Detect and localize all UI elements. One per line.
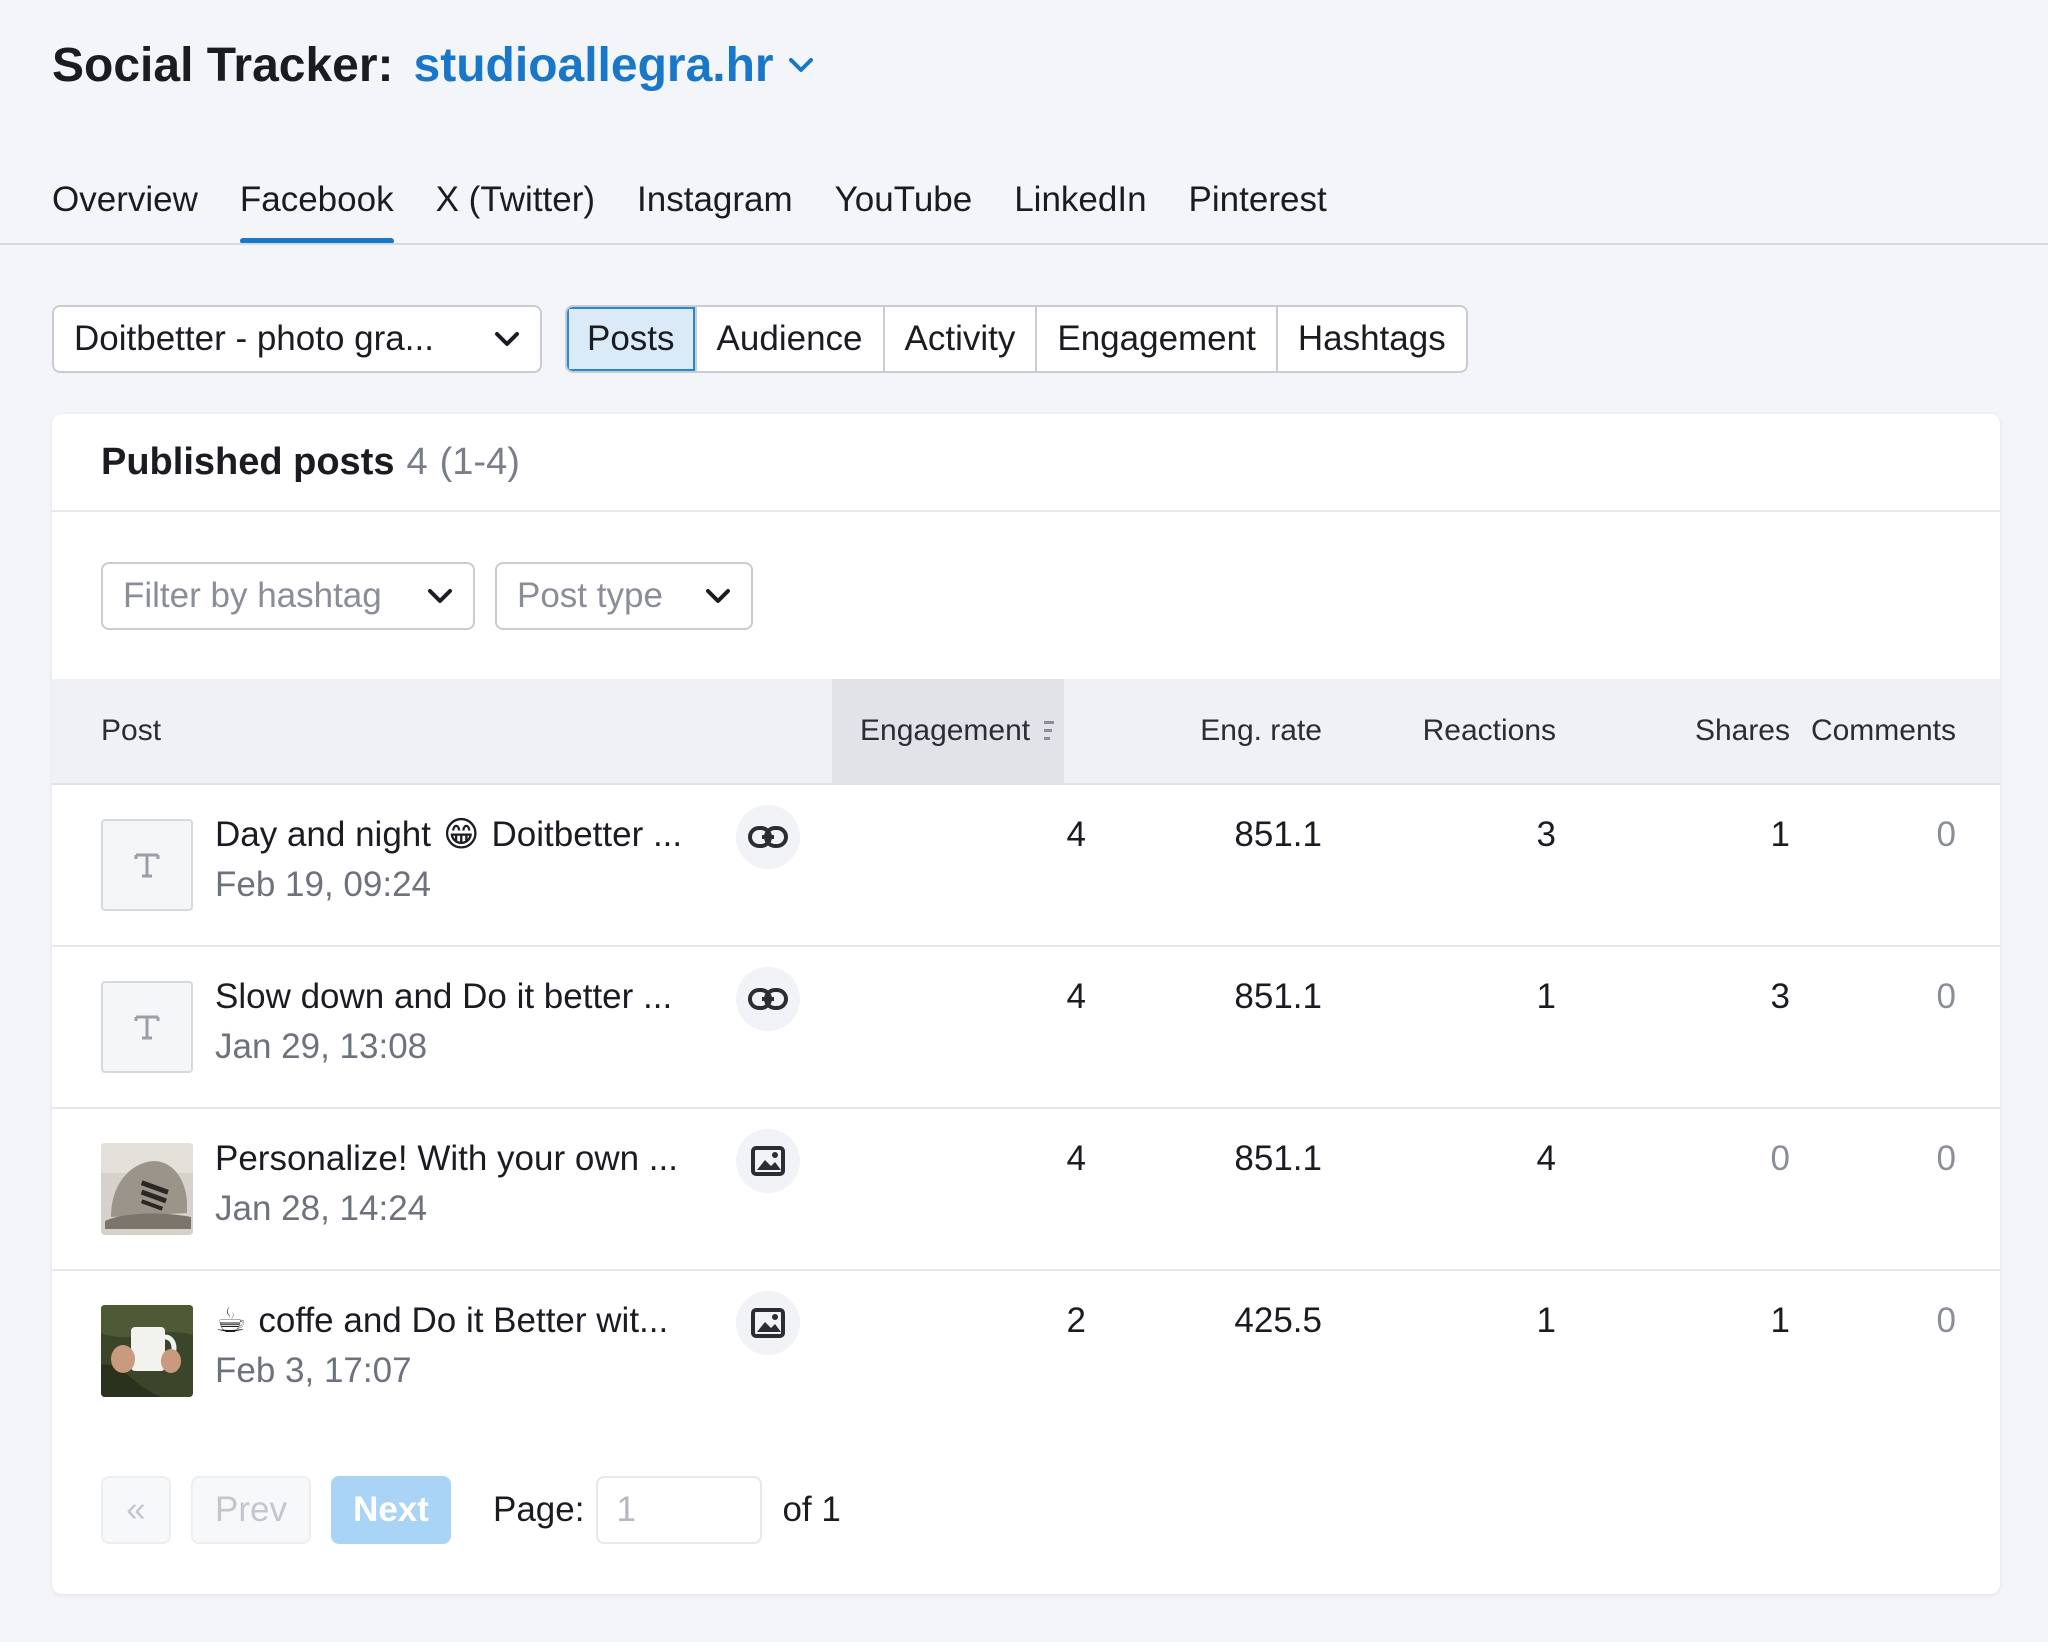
network-tabs: Overview Facebook X (Twitter) Instagram …	[52, 180, 1369, 246]
column-reactions[interactable]: Reactions	[1352, 679, 1556, 783]
image-icon[interactable]	[736, 1129, 800, 1193]
coffee-emoji-icon: ☕	[215, 1301, 247, 1340]
table-row[interactable]: Day and night 😁 Doitbetter ... Feb 19, 09:…	[52, 785, 2000, 947]
eng-rate-value: 851.1	[1234, 977, 1322, 1016]
tab-pinterest[interactable]: Pinterest	[1189, 180, 1327, 246]
chevron-down-icon	[788, 58, 813, 72]
post-thumbnail-cap	[101, 1143, 193, 1235]
page-total: of 1	[782, 1490, 841, 1529]
next-button[interactable]: Next	[331, 1476, 451, 1544]
tab-linkedin[interactable]: LinkedIn	[1014, 180, 1146, 246]
section-subtabs: Posts Audience Activity Engagement Hasht…	[565, 305, 1468, 373]
table-row[interactable]: ☕ coffe and Do it Better wit... Feb 3, 17…	[52, 1271, 2000, 1431]
double-chevron-left-icon: «	[126, 1490, 146, 1529]
link-icon[interactable]	[736, 967, 800, 1031]
post-text[interactable]: Day and night 😁 Doitbetter ...	[215, 815, 735, 855]
post-range: (1-4)	[439, 440, 520, 483]
table-row[interactable]: Slow down and Do it better ... Jan 29, 1…	[52, 947, 2000, 1109]
column-eng-rate[interactable]: Eng. rate	[1144, 679, 1322, 783]
tabs-divider	[0, 243, 2048, 245]
tab-facebook[interactable]: Facebook	[239, 180, 394, 246]
tab-x-twitter[interactable]: X (Twitter)	[436, 180, 595, 246]
chevron-down-icon	[706, 589, 730, 603]
engagement-value: 4	[1066, 1139, 1086, 1178]
column-engagement[interactable]: Engagement	[832, 679, 1064, 783]
account-select-value: Doitbetter - photo gra...	[74, 319, 434, 358]
subtab-posts[interactable]: Posts	[567, 307, 697, 371]
reactions-value: 1	[1536, 1301, 1556, 1340]
column-comments[interactable]: Comments	[1792, 679, 1956, 783]
published-posts-card: Published posts 4 (1-4) Filter by hashta…	[52, 414, 2000, 1594]
prev-button[interactable]: Prev	[191, 1476, 311, 1544]
post-count: 4	[406, 440, 428, 483]
card-header: Published posts 4 (1-4)	[52, 414, 2000, 512]
tab-instagram[interactable]: Instagram	[637, 180, 793, 246]
page-number-input[interactable]	[596, 1476, 763, 1544]
post-text-start: Slow down and Do it better ...	[215, 977, 673, 1016]
comments-value: 0	[1936, 1301, 1956, 1340]
shares-value: 3	[1770, 977, 1790, 1016]
subtab-activity[interactable]: Activity	[885, 307, 1038, 371]
table-row[interactable]: Personalize! With your own ... Jan 28, 1…	[52, 1109, 2000, 1271]
column-shares[interactable]: Shares	[1612, 679, 1790, 783]
page-title: Social Tracker:	[52, 38, 394, 92]
subtab-engagement[interactable]: Engagement	[1037, 307, 1278, 371]
reactions-value: 1	[1536, 977, 1556, 1016]
chevron-down-icon	[428, 589, 452, 603]
eng-rate-value: 851.1	[1234, 815, 1322, 854]
page-label: Page:	[493, 1490, 585, 1529]
comments-value: 0	[1936, 815, 1956, 854]
post-date: Feb 3, 17:07	[215, 1351, 412, 1390]
reactions-value: 3	[1536, 815, 1556, 854]
hashtag-filter-placeholder: Filter by hashtag	[123, 576, 382, 615]
engagement-value: 4	[1066, 977, 1086, 1016]
grin-emoji-icon: 😁	[442, 815, 480, 854]
eng-rate-value: 425.5	[1234, 1301, 1322, 1340]
link-icon[interactable]	[736, 805, 800, 869]
post-type-filter[interactable]: Post type	[495, 562, 753, 630]
post-text[interactable]: ☕ coffe and Do it Better wit...	[215, 1301, 735, 1341]
domain-selector[interactable]: studioallegra.hr	[414, 38, 814, 93]
shares-value: 1	[1770, 815, 1790, 854]
first-page-button[interactable]: «	[101, 1476, 171, 1544]
text-post-icon	[101, 819, 193, 911]
post-date: Jan 28, 14:24	[215, 1189, 428, 1228]
post-text-start: Day and night	[215, 815, 431, 854]
tab-youtube[interactable]: YouTube	[835, 180, 973, 246]
post-text-end: Doitbetter ...	[491, 815, 683, 854]
column-post[interactable]: Post	[101, 679, 161, 783]
reactions-value: 4	[1536, 1139, 1556, 1178]
post-thumbnail-mug	[101, 1305, 193, 1397]
engagement-value: 2	[1066, 1301, 1086, 1340]
card-title: Published posts	[101, 440, 395, 483]
post-text-start: Personalize! With your own ...	[215, 1139, 678, 1178]
sort-icon	[1044, 721, 1055, 740]
text-post-icon	[101, 981, 193, 1073]
chevron-down-icon	[495, 332, 519, 346]
table-header: Post Engagement Eng. rate Reactions Shar…	[52, 679, 2000, 785]
shares-value: 1	[1770, 1301, 1790, 1340]
comments-value: 0	[1936, 977, 1956, 1016]
eng-rate-value: 851.1	[1234, 1139, 1322, 1178]
image-icon[interactable]	[736, 1291, 800, 1355]
post-text[interactable]: Personalize! With your own ...	[215, 1139, 735, 1179]
post-text-end: coffe and Do it Better wit...	[258, 1301, 669, 1340]
post-date: Jan 29, 13:08	[215, 1027, 428, 1066]
comments-value: 0	[1936, 1139, 1956, 1178]
subtab-hashtags[interactable]: Hashtags	[1278, 307, 1466, 371]
post-text[interactable]: Slow down and Do it better ...	[215, 977, 735, 1017]
account-select[interactable]: Doitbetter - photo gra...	[52, 305, 542, 373]
post-type-placeholder: Post type	[517, 576, 663, 615]
pagination: « Prev Next Page: of 1	[101, 1476, 841, 1544]
shares-value: 0	[1770, 1139, 1790, 1178]
page-header: Social Tracker: studioallegra.hr	[52, 30, 814, 100]
subtab-audience[interactable]: Audience	[697, 307, 885, 371]
engagement-value: 4	[1066, 815, 1086, 854]
domain-label: studioallegra.hr	[413, 38, 774, 92]
filters-bar: Filter by hashtag Post type	[101, 562, 773, 630]
hashtag-filter[interactable]: Filter by hashtag	[101, 562, 475, 630]
post-date: Feb 19, 09:24	[215, 865, 431, 904]
column-engagement-label: Engagement	[860, 714, 1031, 747]
tab-overview[interactable]: Overview	[52, 180, 198, 246]
